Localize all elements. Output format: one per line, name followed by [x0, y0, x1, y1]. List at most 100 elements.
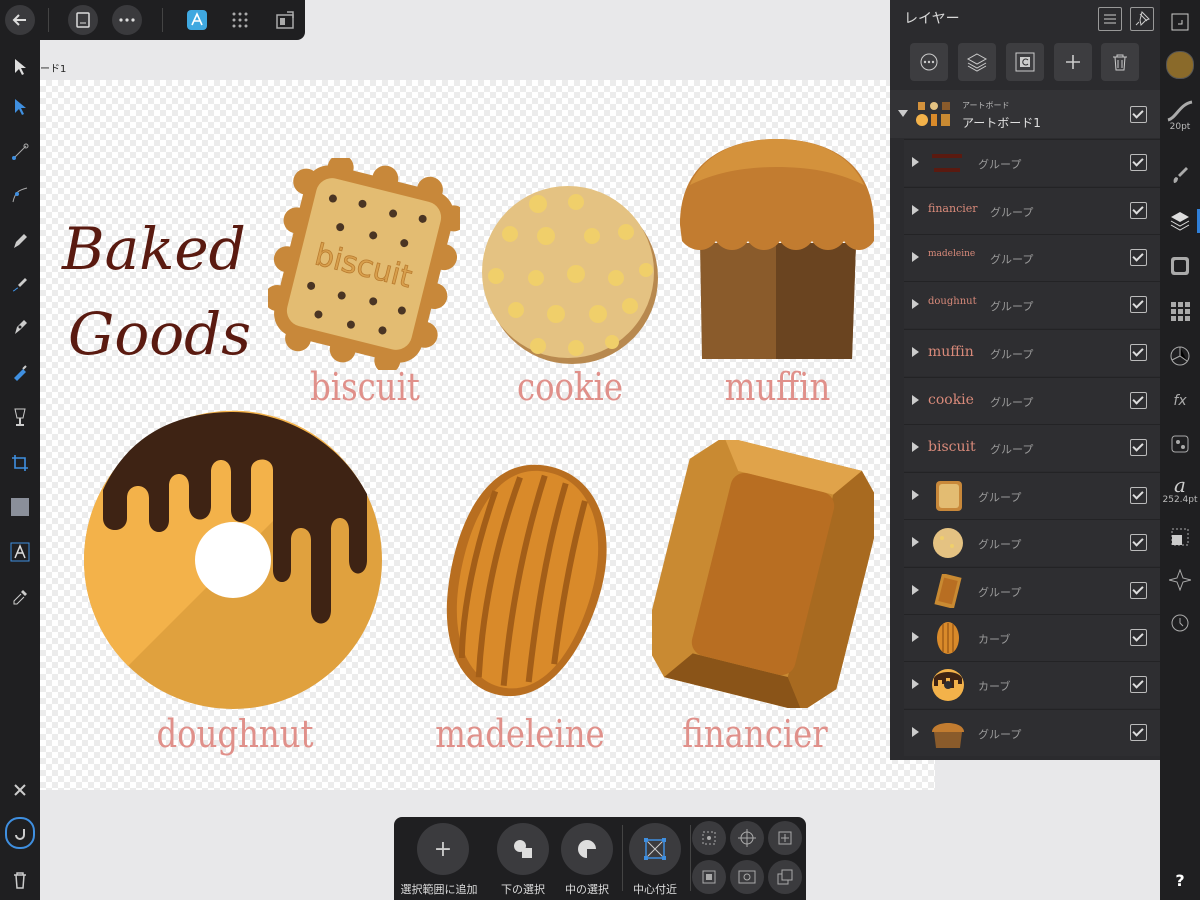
document-icon[interactable] — [68, 5, 98, 35]
fill-tool-icon[interactable] — [5, 358, 35, 388]
expand-icon[interactable] — [912, 157, 919, 167]
rectangle-tool-icon[interactable] — [5, 492, 35, 522]
layer-row[interactable]: カーブ — [904, 614, 1160, 661]
visibility-checkbox[interactable] — [1130, 676, 1147, 693]
visibility-checkbox[interactable] — [1130, 629, 1147, 646]
help-button[interactable]: ? — [1165, 868, 1195, 892]
visibility-checkbox[interactable] — [1130, 249, 1147, 266]
close-icon[interactable] — [5, 775, 35, 805]
cookie-illustration[interactable] — [480, 186, 660, 366]
visibility-checkbox[interactable] — [1130, 439, 1147, 456]
expand-icon[interactable] — [912, 442, 919, 452]
select-below-icon[interactable] — [497, 823, 549, 875]
label-muffin[interactable]: muffin — [716, 365, 839, 409]
snap-bounds-icon[interactable] — [768, 821, 802, 855]
expand-icon[interactable] — [912, 252, 919, 262]
designer-persona-icon[interactable] — [182, 5, 212, 35]
layer-row[interactable]: muffin グループ — [904, 329, 1160, 376]
move-tool-icon[interactable] — [5, 52, 35, 82]
label-doughnut[interactable]: doughnut — [146, 712, 325, 756]
node-tool-icon[interactable] — [5, 92, 35, 122]
expand-icon[interactable] — [912, 490, 919, 500]
visibility-checkbox[interactable] — [1130, 534, 1147, 551]
layer-row[interactable]: グループ — [904, 709, 1160, 756]
corner-tool-icon[interactable] — [5, 180, 35, 210]
snap-crosshair-icon[interactable] — [730, 821, 764, 855]
title-goods[interactable]: Goods — [68, 305, 251, 363]
text-tool-icon[interactable] — [5, 537, 35, 567]
snap-layers-icon[interactable] — [768, 860, 802, 894]
doughnut-illustration[interactable] — [83, 410, 383, 710]
appearance-icon[interactable] — [1165, 340, 1195, 372]
delete-layer-icon[interactable] — [1101, 43, 1139, 81]
panel-menu-icon[interactable] — [1098, 7, 1122, 31]
layer-row[interactable]: グループ — [904, 519, 1160, 566]
color-picker-icon[interactable] — [5, 582, 35, 612]
layers-icon[interactable] — [1165, 205, 1200, 237]
plus-icon[interactable]: + — [417, 823, 469, 875]
visibility-checkbox[interactable] — [1130, 202, 1147, 219]
brush-size-control[interactable]: 20pt — [1165, 92, 1195, 140]
label-cookie[interactable]: cookie — [511, 365, 630, 409]
madeleine-illustration[interactable] — [440, 458, 612, 706]
expand-icon[interactable] — [912, 585, 919, 595]
layer-row[interactable]: cookie グループ — [904, 377, 1160, 424]
visibility-checkbox[interactable] — [1130, 582, 1147, 599]
near-center-button[interactable]: 中心付近 — [628, 823, 682, 897]
label-biscuit[interactable]: biscuit — [306, 365, 425, 409]
navigator-icon[interactable] — [1165, 8, 1195, 36]
brushes-icon[interactable] — [1165, 160, 1195, 190]
snap-option-icon[interactable] — [692, 821, 726, 855]
biscuit-illustration[interactable]: biscuit — [268, 158, 460, 370]
swatches-icon[interactable] — [1165, 295, 1195, 327]
expand-icon[interactable] — [912, 537, 919, 547]
expand-icon[interactable] — [912, 347, 919, 357]
back-icon[interactable] — [5, 5, 35, 35]
visibility-checkbox[interactable] — [1130, 106, 1147, 123]
fx-icon[interactable]: fx — [1165, 385, 1195, 417]
pencil-tool-icon[interactable] — [5, 227, 35, 257]
layer-options-icon[interactable] — [910, 43, 948, 81]
artboard-canvas[interactable]: Baked Goods biscuit biscuit cookie muffi… — [40, 80, 935, 790]
expand-icon[interactable] — [912, 395, 919, 405]
transparency-tool-icon[interactable] — [5, 402, 35, 432]
history-icon[interactable] — [1165, 608, 1195, 638]
snap-frame-icon[interactable] — [692, 860, 726, 894]
snap-view-icon[interactable] — [730, 860, 764, 894]
layer-row[interactable]: doughnut グループ — [904, 281, 1160, 328]
visibility-checkbox[interactable] — [1130, 296, 1147, 313]
layer-row[interactable]: グループ — [904, 139, 1160, 186]
layer-row[interactable]: グループ — [904, 472, 1160, 519]
transform-icon[interactable] — [1165, 428, 1195, 460]
collapse-icon[interactable] — [898, 110, 908, 117]
layer-row[interactable]: グループ — [904, 567, 1160, 614]
layer-row[interactable]: madeleine グループ — [904, 234, 1160, 281]
pen-tool-icon[interactable] — [5, 312, 35, 342]
layer-row[interactable]: financier グループ — [904, 187, 1160, 234]
effects-mask-icon[interactable] — [1165, 250, 1195, 282]
select-below-button[interactable]: 下の選択 — [496, 823, 550, 897]
label-madeleine[interactable]: madeleine — [422, 712, 618, 756]
point-transform-icon[interactable] — [5, 137, 35, 167]
muffin-illustration[interactable] — [676, 135, 878, 363]
snap-compass-icon[interactable] — [1165, 565, 1195, 595]
text-style-control[interactable]: a 252.4pt — [1163, 470, 1198, 510]
mask-icon[interactable] — [1006, 43, 1044, 81]
export-persona-icon[interactable] — [270, 5, 300, 35]
expand-icon[interactable] — [912, 679, 919, 689]
alignment-icon[interactable] — [1165, 522, 1195, 552]
layer-row[interactable]: biscuit グループ — [904, 424, 1160, 471]
layer-row[interactable]: カーブ — [904, 661, 1160, 708]
more-icon[interactable] — [112, 5, 142, 35]
expand-icon[interactable] — [912, 205, 919, 215]
visibility-checkbox[interactable] — [1130, 392, 1147, 409]
visibility-checkbox[interactable] — [1130, 724, 1147, 741]
add-layer-icon[interactable] — [1054, 43, 1092, 81]
near-center-icon[interactable] — [629, 823, 681, 875]
expand-icon[interactable] — [912, 727, 919, 737]
color-swatch[interactable] — [1165, 50, 1195, 80]
layer-row-artboard[interactable]: アートボード アートボード1 — [890, 90, 1160, 138]
expand-icon[interactable] — [912, 632, 919, 642]
add-to-selection-button[interactable]: + 選択範囲に追加 — [401, 823, 478, 897]
layer-stack-icon[interactable] — [958, 43, 996, 81]
